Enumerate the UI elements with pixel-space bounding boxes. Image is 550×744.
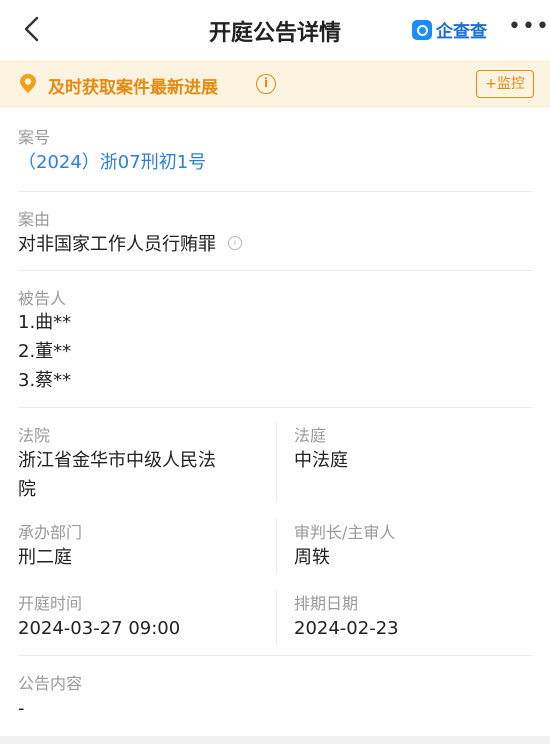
court-label: 法院 — [18, 426, 51, 445]
content-label: 公告内容 — [18, 674, 83, 693]
monitor-banner: 及时获取案件最新进展 i — [0, 60, 550, 108]
courtroom-label: 法庭 — [294, 426, 327, 445]
defendant-item: 2.董** — [18, 341, 72, 362]
cause-info-icon[interactable]: i — [228, 236, 242, 250]
location-pin-icon — [20, 74, 36, 93]
info-icon[interactable]: i — [256, 74, 276, 94]
case-number-label: 案号 — [18, 128, 51, 147]
divider — [18, 655, 532, 656]
top-bar: 开庭公告详情 企查查 ••• — [0, 0, 550, 60]
hearing-time-label: 开庭时间 — [18, 594, 83, 613]
department-value: 刑二庭 — [18, 547, 72, 568]
divider — [18, 270, 532, 271]
column-divider — [276, 519, 277, 574]
divider — [18, 407, 532, 408]
content-value: - — [18, 698, 25, 719]
bottom-divider — [0, 736, 550, 744]
court-value-line2: 院 — [18, 479, 36, 500]
defendant-item: 3.蔡** — [18, 370, 72, 391]
brand-name: 企查查 — [436, 22, 487, 42]
column-divider — [276, 422, 277, 502]
defendant-item: 1.曲** — [18, 312, 72, 333]
monitor-button[interactable]: +监控 — [476, 70, 534, 98]
cause-label: 案由 — [18, 210, 51, 229]
court-value-line1: 浙江省金华市中级人民法 — [18, 450, 216, 471]
judge-label: 审判长/主审人 — [294, 523, 396, 542]
department-label: 承办部门 — [18, 523, 83, 542]
column-divider — [276, 590, 277, 645]
brand-icon — [412, 19, 432, 40]
divider — [18, 191, 532, 192]
schedule-date-value: 2024-02-23 — [294, 618, 399, 639]
schedule-date-label: 排期日期 — [294, 594, 359, 613]
cause-text: 对非国家工作人员行贿罪 — [18, 234, 216, 255]
judge-value: 周轶 — [294, 547, 330, 568]
banner-text: 及时获取案件最新进展 — [48, 78, 218, 98]
case-number-link[interactable]: （2024）浙07刑初1号 — [18, 148, 206, 177]
hearing-time-value: 2024-03-27 09:00 — [18, 618, 181, 639]
brand-logo-link[interactable]: 企查查 — [412, 17, 487, 42]
courtroom-value: 中法庭 — [294, 450, 348, 471]
more-options-icon[interactable]: ••• — [508, 16, 550, 38]
defendants-label: 被告人 — [18, 289, 67, 308]
cause-value: 对非国家工作人员行贿罪 i — [18, 230, 242, 259]
